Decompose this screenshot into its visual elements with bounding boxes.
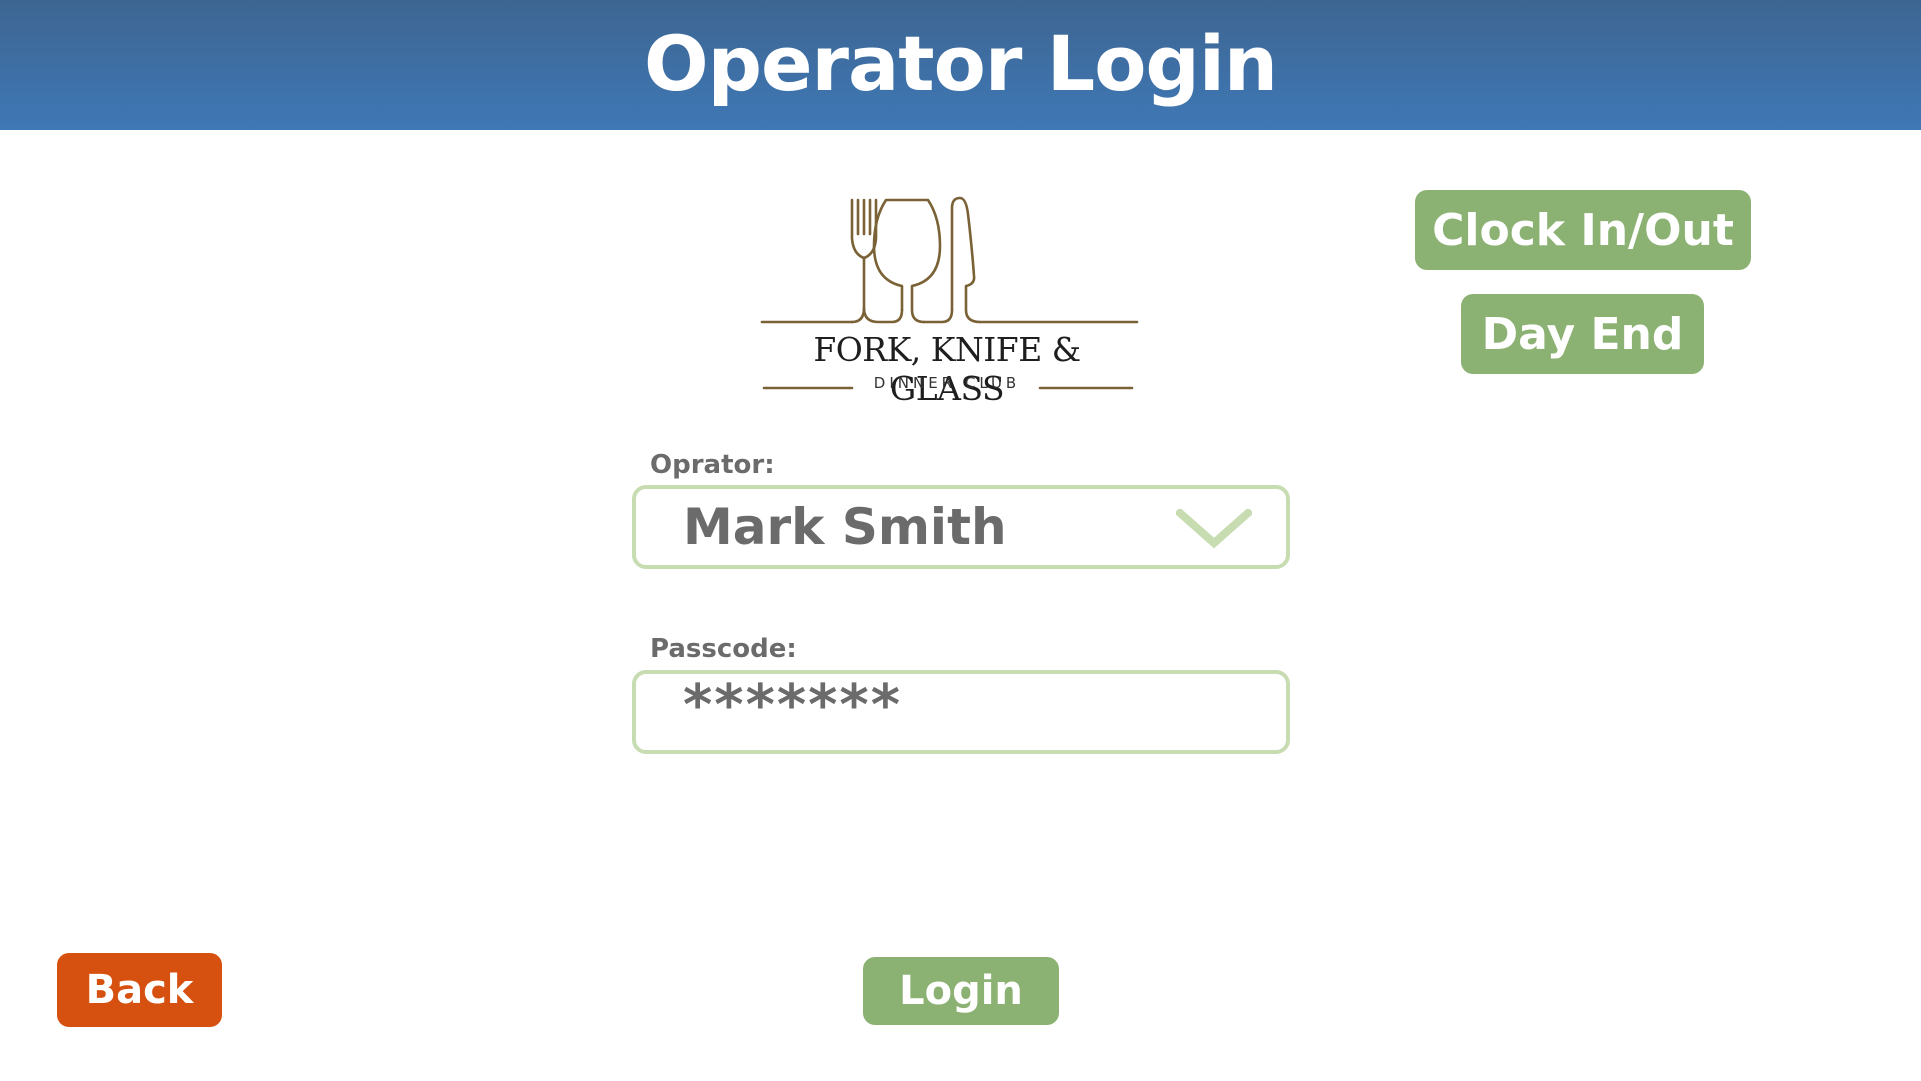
operator-label: Oprator: — [650, 450, 775, 480]
operator-login-screen: Operator Login FORK, KNIFE & GLASS DINNE… — [0, 0, 1921, 1081]
logo-name: FORK, KNIFE & GLASS — [813, 330, 1081, 408]
header-bar: Operator Login — [0, 0, 1921, 130]
clock-in-out-button[interactable]: Clock In/Out — [1415, 190, 1751, 270]
login-button[interactable]: Login — [863, 957, 1059, 1025]
chevron-down-icon[interactable] — [1176, 509, 1252, 549]
back-button[interactable]: Back — [57, 953, 222, 1027]
operator-selected-value: Mark Smith — [683, 498, 1007, 556]
logo-tagline: DINNER CLUB — [873, 374, 1021, 392]
passcode-label: Passcode: — [650, 634, 797, 664]
restaurant-logo: FORK, KNIFE & GLASS DINNER CLUB — [752, 188, 1142, 408]
passcode-input[interactable]: ******* — [632, 670, 1290, 754]
operator-dropdown[interactable]: Mark Smith — [632, 485, 1290, 569]
day-end-button[interactable]: Day End — [1461, 294, 1704, 374]
passcode-masked-value: ******* — [683, 673, 902, 738]
page-title: Operator Login — [643, 18, 1278, 108]
